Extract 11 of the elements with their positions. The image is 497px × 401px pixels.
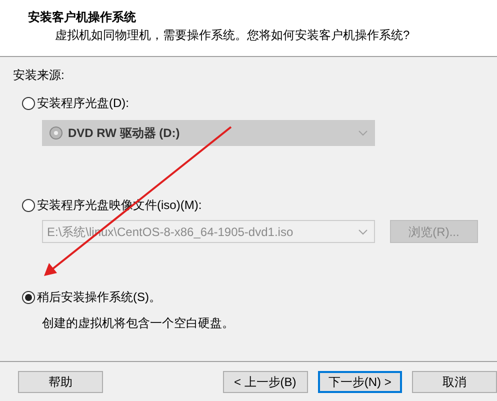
section-label: 安装来源:: [13, 67, 64, 83]
dialog-subtitle: 虚拟机如同物理机，需要操作系统。您将如何安装客户机操作系统?: [55, 27, 410, 44]
dialog-button[interactable]: 帮助: [18, 371, 103, 393]
disc-icon: [49, 126, 63, 140]
dialog-title: 安装客户机操作系统: [28, 9, 136, 26]
radio-option[interactable]: 稍后安装操作系统(S)。: [22, 289, 161, 305]
dialog-button[interactable]: 取消: [412, 371, 497, 393]
radio-option[interactable]: 安装程序光盘(D):: [22, 95, 129, 111]
dialog-button[interactable]: < 上一步(B): [222, 371, 308, 393]
dialog-button[interactable]: 下一步(N) >: [318, 371, 402, 393]
description-text: 创建的虚拟机将包含一个空白硬盘。: [42, 315, 234, 331]
